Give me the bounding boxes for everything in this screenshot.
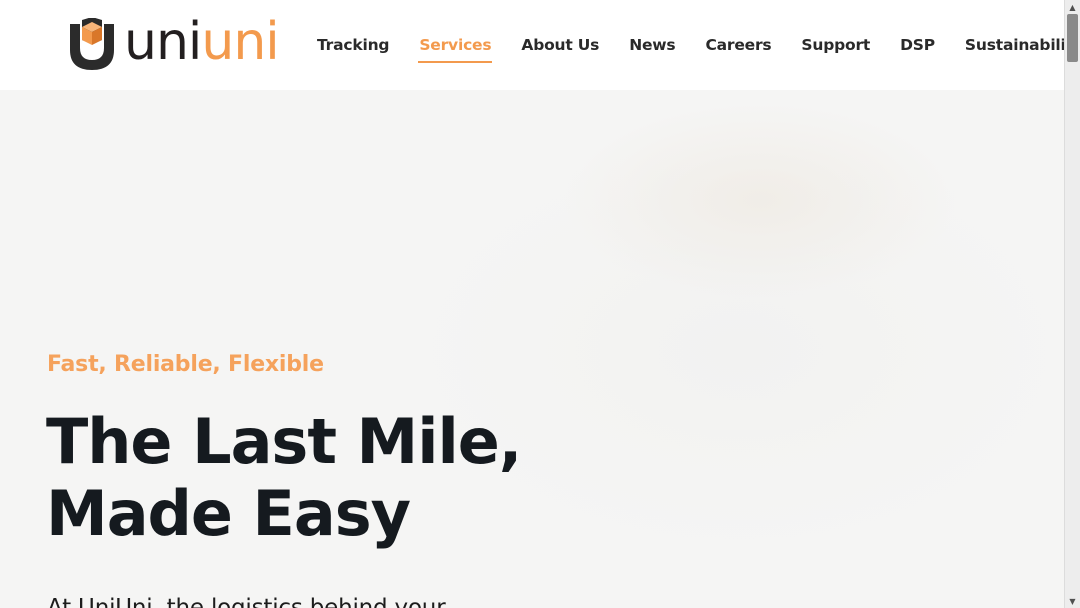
page-viewport: uniuni Tracking Services About Us News C… — [0, 0, 1064, 608]
nav-item-services[interactable]: Services — [418, 32, 493, 63]
nav-item-support[interactable]: Support — [800, 32, 871, 58]
nav-item-news[interactable]: News — [628, 32, 676, 58]
hero-section: Fast, Reliable, Flexible The Last Mile, … — [0, 90, 1064, 608]
nav-item-sustainability[interactable]: Sustainability — [964, 32, 1064, 58]
nav-item-tracking[interactable]: Tracking — [316, 32, 390, 58]
triangle-up-icon[interactable]: ▲ — [1065, 0, 1080, 14]
logo-wordmark: uniuni — [124, 12, 280, 72]
hero-headline: The Last Mile, Made Easy — [46, 406, 566, 550]
nav-item-dsp[interactable]: DSP — [899, 32, 936, 58]
hero-headline-line1: The Last Mile, — [46, 405, 522, 478]
logo-wordmark-part2: uni — [201, 12, 279, 72]
main-nav: Tracking Services About Us News Careers … — [302, 0, 1064, 90]
hero-intro-text: At UniUni, the logistics behind your — [47, 595, 446, 608]
logo-wordmark-part1: uni — [124, 12, 202, 72]
scrollbar-thumb[interactable] — [1067, 14, 1078, 62]
nav-item-about-us[interactable]: About Us — [520, 32, 600, 58]
box-shield-logo-icon — [70, 18, 114, 70]
hero-tagline: Fast, Reliable, Flexible — [47, 352, 324, 377]
uniuni-logo[interactable]: uniuni — [66, 12, 280, 73]
site-header: uniuni Tracking Services About Us News C… — [0, 0, 1064, 90]
nav-item-careers[interactable]: Careers — [704, 32, 772, 58]
triangle-down-icon[interactable]: ▼ — [1065, 594, 1080, 608]
hero-headline-line2: Made Easy — [46, 477, 411, 550]
page-scrollbar[interactable]: ▲ ▼ — [1064, 0, 1080, 608]
